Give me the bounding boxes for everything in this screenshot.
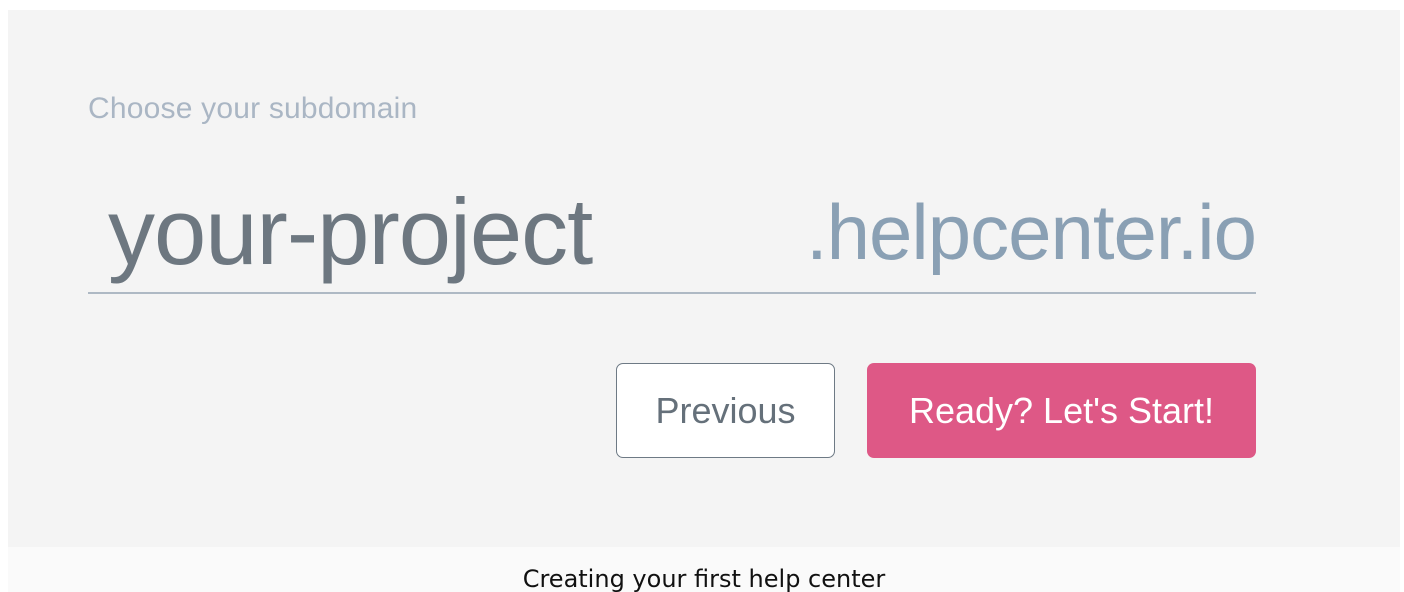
page-caption: Creating your first help center — [522, 565, 886, 592]
subdomain-field-row: .helpcenter.io — [88, 178, 1257, 294]
domain-suffix: .helpcenter.io — [805, 188, 1257, 276]
previous-button[interactable]: Previous — [616, 363, 835, 458]
start-button[interactable]: Ready? Let's Start! — [867, 363, 1256, 458]
caption-bar: Creating your first help center — [8, 547, 1400, 592]
screen: Choose your subdomain .helpcenter.io Pre… — [0, 0, 1404, 592]
subdomain-card: Choose your subdomain .helpcenter.io Pre… — [8, 10, 1400, 547]
subdomain-label: Choose your subdomain — [88, 92, 418, 125]
subdomain-input[interactable] — [108, 180, 748, 284]
